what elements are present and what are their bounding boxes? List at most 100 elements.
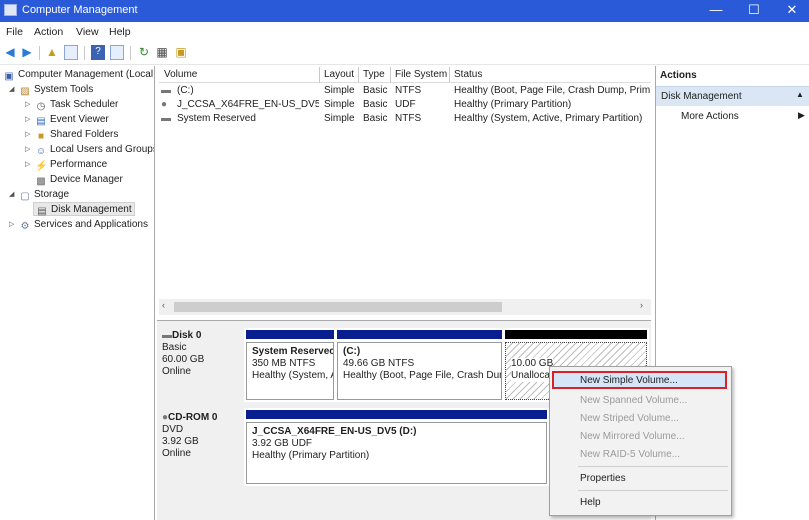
tree-item-services-applications[interactable]: ▷ ⚙ Services and Applications <box>9 218 148 232</box>
tree-item-shared-folders[interactable]: ▷ ■ Shared Folders <box>25 128 119 142</box>
partition-status: Unallocat <box>511 370 553 382</box>
collapsed-triangle-icon[interactable]: ▷ <box>25 143 30 157</box>
back-arrow-icon[interactable]: ◀ <box>3 45 17 60</box>
partition-size: 350 MB NTFS <box>252 358 316 369</box>
tree-item-performance[interactable]: ▷ ⚡ Performance <box>25 158 107 172</box>
tree-item-system-tools[interactable]: ◢ ▨ System Tools <box>9 83 94 97</box>
tree-item-disk-management[interactable]: ▤ Disk Management <box>33 202 135 217</box>
close-button[interactable]: ✕ <box>772 0 809 22</box>
forward-arrow-icon[interactable]: ▶ <box>20 45 34 60</box>
tree-label: System Tools <box>34 84 94 95</box>
menu-item-new-mirrored-volume: New Mirrored Volume... <box>580 431 685 442</box>
column-divider[interactable] <box>358 67 359 83</box>
tree-label: Local Users and Groups <box>50 144 155 155</box>
collapsed-triangle-icon[interactable]: ▷ <box>25 113 30 127</box>
partition-bar-primary <box>337 330 502 339</box>
cell-status: Healthy (System, Active, Primary Partiti… <box>454 113 643 124</box>
tree-item-computer-management[interactable]: ▣ Computer Management (Local <box>3 68 153 82</box>
cell-volume: (C:) <box>177 85 194 96</box>
tree-item-storage[interactable]: ◢ ▢ Storage <box>9 188 70 202</box>
column-divider[interactable] <box>390 67 391 83</box>
partition-status: Healthy (Primary Partition) <box>252 450 370 461</box>
menu-item-new-simple-volume[interactable]: New Simple Volume... <box>552 371 727 389</box>
collapse-up-icon[interactable]: ▲ <box>796 90 804 99</box>
partition-c-drive[interactable]: (C:) 49.66 GB NTFS Healthy (Boot, Page F… <box>337 342 502 400</box>
tree-label: Device Manager <box>50 174 123 185</box>
collapsed-triangle-icon[interactable]: ▷ <box>25 158 30 172</box>
collapsed-triangle-icon[interactable]: ▷ <box>25 98 30 112</box>
drive-icon: ▬ <box>161 85 171 96</box>
cell-layout: Simple <box>324 99 355 110</box>
cell-file-system: NTFS <box>395 85 422 96</box>
tree-label: Storage <box>34 189 70 200</box>
cell-layout: Simple <box>324 113 355 124</box>
scroll-right-icon[interactable]: › <box>640 300 643 310</box>
cell-type: Basic <box>363 85 388 96</box>
tree-item-task-scheduler[interactable]: ▷ ◷ Task Scheduler <box>25 98 118 112</box>
cell-layout: Simple <box>324 85 355 96</box>
expanded-triangle-icon[interactable]: ◢ <box>9 83 14 97</box>
disk-state: Online <box>162 448 191 459</box>
toolbar-separator <box>39 46 40 60</box>
menu-file[interactable]: File <box>6 26 23 38</box>
refresh-icon[interactable]: ↻ <box>137 45 151 60</box>
menu-separator <box>578 490 728 491</box>
column-type[interactable]: Type <box>363 69 385 82</box>
title-bar: Computer Management — ☐ ✕ <box>0 0 809 22</box>
maximize-button[interactable]: ☐ <box>734 0 774 22</box>
drive-icon: ▬ <box>161 113 171 124</box>
menu-action[interactable]: Action <box>34 26 63 38</box>
scrollbar-thumb[interactable] <box>174 302 502 312</box>
partition-bar-primary <box>246 330 334 339</box>
menu-item-help[interactable]: Help <box>580 497 601 508</box>
storage-icon: ▢ <box>20 191 30 202</box>
show-hide-tree-icon[interactable] <box>64 45 78 60</box>
menu-item-label: New Simple Volume... <box>580 375 678 386</box>
partition-status: Healthy (System, A <box>252 370 334 381</box>
partition-size: 49.66 GB NTFS <box>343 358 415 369</box>
disk0-label[interactable]: ▬Disk 0 Basic 60.00 GB Online <box>162 330 240 400</box>
minimize-button[interactable]: — <box>696 0 736 22</box>
partition-spacer <box>511 346 641 358</box>
tree-label: Shared Folders <box>50 129 119 140</box>
tree-label: Event Viewer <box>50 114 109 125</box>
rescan-disks-icon[interactable]: ▣ <box>174 45 188 60</box>
properties-pane-icon[interactable] <box>110 45 124 60</box>
more-actions-label: More Actions <box>681 111 739 122</box>
partition-name: System Reservec <box>252 346 334 357</box>
cdrom0-label[interactable]: ●CD-ROM 0 DVD 3.92 GB Online <box>162 412 240 482</box>
menu-item-properties[interactable]: Properties <box>580 473 626 484</box>
tree-item-event-viewer[interactable]: ▷ ▤ Event Viewer <box>25 113 109 127</box>
horizontal-scrollbar[interactable]: ‹ › <box>159 299 651 315</box>
performance-icon: ⚡ <box>35 161 48 172</box>
up-folder-icon[interactable]: ▲ <box>45 45 59 60</box>
menu-view[interactable]: View <box>76 26 99 38</box>
disk-state: Online <box>162 366 191 377</box>
disk-settings-icon[interactable]: ▦ <box>155 45 169 60</box>
tree-item-device-manager[interactable]: ▩ Device Manager <box>35 173 123 187</box>
column-volume[interactable]: Volume <box>164 69 197 82</box>
tree-item-local-users-groups[interactable]: ▷ ☺ Local Users and Groups <box>25 143 155 157</box>
column-status[interactable]: Status <box>454 69 482 82</box>
partition-name: J_CCSA_X64FRE_EN-US_DV5 (D:) <box>252 426 417 437</box>
column-divider[interactable] <box>449 67 450 83</box>
help-icon[interactable]: ? <box>91 45 105 60</box>
toolbox-icon: ▨ <box>20 86 30 97</box>
column-divider[interactable] <box>319 67 320 83</box>
menu-bar: File Action View Help <box>0 22 809 41</box>
menu-help[interactable]: Help <box>109 26 131 38</box>
collapsed-triangle-icon[interactable]: ▷ <box>9 218 14 232</box>
toolbar-separator <box>130 46 131 60</box>
column-file-system[interactable]: File System <box>395 69 447 82</box>
scroll-left-icon[interactable]: ‹ <box>162 300 165 310</box>
partition-system-reserved[interactable]: System Reservec 350 MB NTFS Healthy (Sys… <box>246 342 334 400</box>
actions-section-disk-management[interactable]: Disk Management ▲ <box>656 86 809 106</box>
more-actions-item[interactable]: More Actions ▶ <box>656 110 809 126</box>
column-layout[interactable]: Layout <box>324 69 354 82</box>
menu-separator <box>578 466 728 467</box>
partition-d-drive[interactable]: J_CCSA_X64FRE_EN-US_DV5 (D:) 3.92 GB UDF… <box>246 422 547 484</box>
collapsed-triangle-icon[interactable]: ▷ <box>25 128 30 142</box>
partition-bar-unallocated <box>505 330 647 339</box>
cell-file-system: NTFS <box>395 113 422 124</box>
expanded-triangle-icon[interactable]: ◢ <box>9 188 14 202</box>
